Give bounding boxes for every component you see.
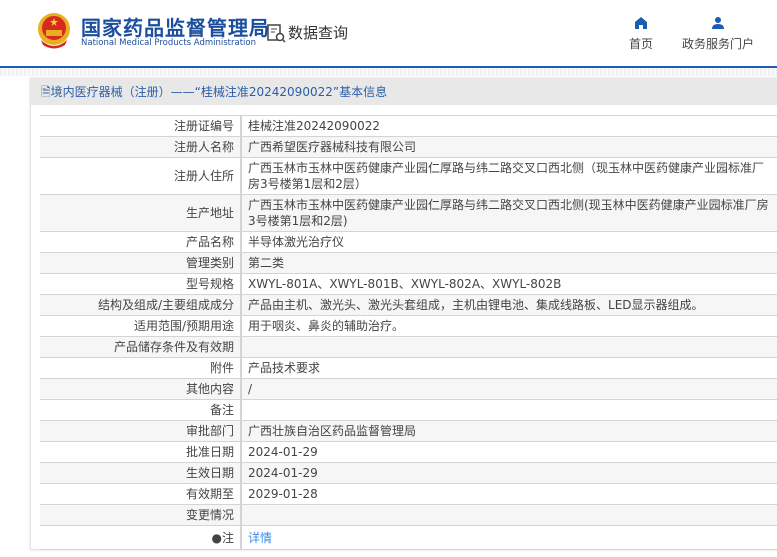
nav-home-label: 首页 bbox=[629, 37, 654, 51]
row-label: 管理类别 bbox=[40, 252, 242, 274]
table-row: 注册证编号 桂械注准20242090022 bbox=[40, 115, 777, 137]
national-emblem-logo bbox=[38, 13, 70, 49]
header-stripe bbox=[0, 68, 777, 76]
row-value: 产品技术要求 bbox=[241, 357, 777, 379]
row-label: 产品名称 bbox=[40, 231, 242, 253]
row-value: 第二类 bbox=[241, 252, 777, 274]
row-label: 审批部门 bbox=[40, 420, 242, 442]
row-value: 产品由主机、激光头、激光头套组成，主机由锂电池、集成线路板、LED显示器组成。 bbox=[241, 294, 777, 316]
document-search-icon bbox=[267, 23, 286, 43]
row-label: 备注 bbox=[40, 399, 242, 421]
table-row: 有效期至 2029-01-28 bbox=[40, 483, 777, 505]
nav-home[interactable]: 首页 bbox=[629, 16, 653, 52]
row-label: 适用范围/预期用途 bbox=[40, 315, 242, 337]
row-value: 2024-01-29 bbox=[241, 441, 777, 463]
table-row: 型号规格 XWYL-801A、XWYL-801B、XWYL-802A、XWYL-8… bbox=[40, 273, 777, 295]
table-row: 变更情况 bbox=[40, 504, 777, 526]
user-icon bbox=[712, 17, 724, 29]
row-value: 广西希望医疗器械科技有限公司 bbox=[241, 136, 777, 158]
row-label: 生产地址 bbox=[40, 194, 242, 232]
data-query-label: 数据查询 bbox=[288, 24, 349, 42]
row-value bbox=[241, 504, 777, 526]
row-value bbox=[241, 336, 777, 358]
table-row: 其他内容 / bbox=[40, 378, 777, 400]
data-query-link[interactable]: 数据查询 bbox=[266, 22, 348, 43]
row-label: 其他内容 bbox=[40, 378, 242, 400]
row-label: 产品储存条件及有效期 bbox=[40, 336, 242, 358]
row-label: 注册证编号 bbox=[40, 115, 242, 137]
table-row: 注册人住所 广西玉林市玉林中医药健康产业园仁厚路与纬二路交叉口西北侧（现玉林中医药… bbox=[40, 157, 777, 195]
detail-table: 注册证编号 桂械注准20242090022 注册人名称 广西希望医疗器械科技有限公司注… bbox=[40, 115, 777, 550]
row-label: 注册人住所 bbox=[40, 157, 242, 195]
table-row: 适用范围/预期用途 用于咽炎、鼻炎的辅助治疗。 bbox=[40, 315, 777, 337]
details-link[interactable]: 详情 bbox=[248, 531, 272, 545]
table-row-note: ●注 详情 bbox=[40, 525, 777, 550]
table-row: 产品储存条件及有效期 bbox=[40, 336, 777, 358]
table-row: 批准日期 2024-01-29 bbox=[40, 441, 777, 463]
row-label: 有效期至 bbox=[40, 483, 242, 505]
site-title: 国家药品监督管理局 bbox=[81, 16, 270, 40]
row-value: 桂械注准20242090022 bbox=[241, 115, 777, 137]
table-row: 产品名称 半导体激光治疗仪 bbox=[40, 231, 777, 253]
table-row: 附件 产品技术要求 bbox=[40, 357, 777, 379]
table-row: 结构及组成/主要组成成分 产品由主机、激光头、激光头套组成，主机由锂电池、集成线路… bbox=[40, 294, 777, 316]
row-value: 用于咽炎、鼻炎的辅助治疗。 bbox=[241, 315, 777, 337]
row-label: 附件 bbox=[40, 357, 242, 379]
note-label: 注 bbox=[221, 530, 234, 545]
table-row: 管理类别 第二类 bbox=[40, 252, 777, 274]
row-value: 广西玉林市玉林中医药健康产业园仁厚路与纬二路交叉口西北侧（现玉林中医药健康产业园… bbox=[241, 157, 777, 195]
table-row: 注册人名称 广西希望医疗器械科技有限公司 bbox=[40, 136, 777, 158]
row-value: XWYL-801A、XWYL-801B、XWYL-802A、XWYL-802B bbox=[241, 273, 777, 295]
table-row: 生产地址 广西玉林市玉林中医药健康产业园仁厚路与纬二路交叉口西北侧(现玉林中医药健… bbox=[40, 194, 777, 232]
table-row: 备注 bbox=[40, 399, 777, 421]
row-value bbox=[241, 399, 777, 421]
panel-title: 🗎境内医疗器械（注册）——“桂械注准20242090022”基本信息 bbox=[31, 79, 777, 105]
document-icon: 🗎 bbox=[41, 85, 51, 99]
row-value: / bbox=[241, 378, 777, 400]
site-header: 国家药品监督管理局 National Medical Products Admi… bbox=[0, 0, 777, 66]
row-value: 广西壮族自治区药品监督管理局 bbox=[241, 420, 777, 442]
row-label: 注册人名称 bbox=[40, 136, 242, 158]
home-icon bbox=[635, 17, 647, 29]
row-label: 结构及组成/主要组成成分 bbox=[40, 294, 242, 316]
pin-icon: ● bbox=[211, 530, 222, 545]
detail-panel: 🗎境内医疗器械（注册）——“桂械注准20242090022”基本信息 注册证编号… bbox=[30, 78, 777, 550]
row-value: 半导体激光治疗仪 bbox=[241, 231, 777, 253]
nav-service-portal-label: 政务服务门户 bbox=[682, 37, 755, 51]
row-value: 2029-01-28 bbox=[241, 483, 777, 505]
nav-service-portal[interactable]: 政务服务门户 bbox=[682, 16, 754, 52]
table-row: 生效日期 2024-01-29 bbox=[40, 462, 777, 484]
site-subtitle: National Medical Products Administration bbox=[81, 38, 256, 48]
row-label: 批准日期 bbox=[40, 441, 242, 463]
row-label: 变更情况 bbox=[40, 504, 242, 526]
row-label: 型号规格 bbox=[40, 273, 242, 295]
row-value: 广西玉林市玉林中医药健康产业园仁厚路与纬二路交叉口西北侧(现玉林中医药健康产业园… bbox=[241, 194, 777, 232]
row-label: 生效日期 bbox=[40, 462, 242, 484]
table-row: 审批部门 广西壮族自治区药品监督管理局 bbox=[40, 420, 777, 442]
row-value: 2024-01-29 bbox=[241, 462, 777, 484]
